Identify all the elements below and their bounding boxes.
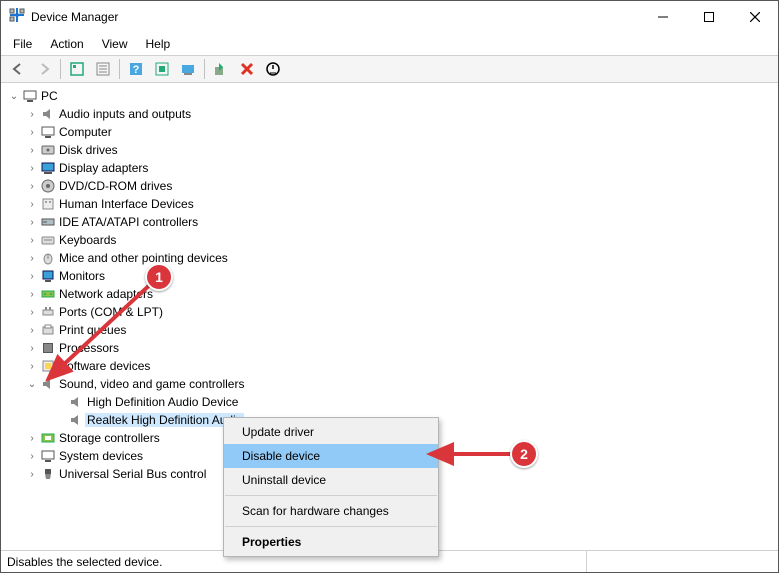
tree-node[interactable]: › Computer <box>3 123 776 141</box>
tree-node-label: Storage controllers <box>57 431 162 445</box>
tree-leaf-label: Realtek High Definition Audio <box>85 413 244 427</box>
tree-node-label: Mice and other pointing devices <box>57 251 230 265</box>
tree-node[interactable]: › Display adapters <box>3 159 776 177</box>
tree-node-label: Universal Serial Bus control <box>57 467 208 481</box>
expand-icon[interactable]: › <box>25 451 39 462</box>
tree-leaf[interactable]: High Definition Audio Device <box>3 393 776 411</box>
menu-action[interactable]: Action <box>42 35 91 53</box>
show-hidden-button[interactable] <box>65 57 89 81</box>
device-icon <box>39 178 57 194</box>
annotation-badge-2: 2 <box>510 440 538 468</box>
expand-icon[interactable]: › <box>25 163 39 174</box>
tree-node[interactable]: › DVD/CD-ROM drives <box>3 177 776 195</box>
context-menu: Update driver Disable device Uninstall d… <box>223 417 439 557</box>
disable-button[interactable] <box>261 57 285 81</box>
menu-divider <box>225 526 437 527</box>
enable-button[interactable] <box>209 57 233 81</box>
forward-button[interactable] <box>32 57 56 81</box>
annotation-arrow-2 <box>424 446 524 462</box>
tree-node-label: Keyboards <box>57 233 118 247</box>
expand-icon[interactable]: › <box>25 199 39 210</box>
computer-icon <box>21 88 39 104</box>
menu-item-disable-device[interactable]: Disable device <box>224 444 438 468</box>
device-icon <box>39 430 57 446</box>
device-icon <box>39 196 57 212</box>
uninstall-button[interactable] <box>235 57 259 81</box>
speaker-icon <box>67 412 85 428</box>
tree-node-label: IDE ATA/ATAPI controllers <box>57 215 200 229</box>
tree-node[interactable]: › Audio inputs and outputs <box>3 105 776 123</box>
window-title: Device Manager <box>31 10 640 24</box>
expand-icon[interactable]: › <box>25 433 39 444</box>
tree-root-label: PC <box>39 89 60 103</box>
expand-icon[interactable]: › <box>25 469 39 480</box>
menu-item-update-driver[interactable]: Update driver <box>224 420 438 444</box>
annotation-arrow-1 <box>36 275 166 395</box>
menu-divider <box>225 495 437 496</box>
menu-bar: File Action View Help <box>1 33 778 55</box>
device-icon <box>39 142 57 158</box>
minimize-button[interactable] <box>640 1 686 33</box>
device-icon <box>39 466 57 482</box>
expand-icon[interactable]: › <box>25 127 39 138</box>
tree-node-label: Audio inputs and outputs <box>57 107 193 121</box>
tree-node-label: System devices <box>57 449 145 463</box>
update-driver-button[interactable] <box>176 57 200 81</box>
maximize-button[interactable] <box>686 1 732 33</box>
tree-node-label: Computer <box>57 125 114 139</box>
svg-text:?: ? <box>133 64 140 76</box>
expand-icon[interactable]: › <box>25 181 39 192</box>
toolbar: ? <box>1 55 778 83</box>
tree-node[interactable]: › Disk drives <box>3 141 776 159</box>
expand-icon[interactable]: › <box>25 253 39 264</box>
help-button[interactable]: ? <box>124 57 148 81</box>
menu-item-uninstall-device[interactable]: Uninstall device <box>224 468 438 492</box>
title-bar: Device Manager <box>1 1 778 33</box>
expand-icon[interactable]: › <box>25 217 39 228</box>
menu-view[interactable]: View <box>94 35 136 53</box>
menu-item-scan[interactable]: Scan for hardware changes <box>224 499 438 523</box>
tree-leaf-label: High Definition Audio Device <box>85 395 240 409</box>
device-icon <box>39 448 57 464</box>
tree-node-label: DVD/CD-ROM drives <box>57 179 174 193</box>
properties-button[interactable] <box>91 57 115 81</box>
close-button[interactable] <box>732 1 778 33</box>
tree-node-label: Display adapters <box>57 161 150 175</box>
tree-node[interactable]: › Human Interface Devices <box>3 195 776 213</box>
collapse-icon[interactable]: ⌄ <box>7 91 21 102</box>
tree-root[interactable]: ⌄ PC <box>3 87 776 105</box>
menu-file[interactable]: File <box>5 35 40 53</box>
back-button[interactable] <box>6 57 30 81</box>
app-icon <box>9 7 25 28</box>
device-icon <box>39 250 57 266</box>
device-icon <box>39 106 57 122</box>
tree-node[interactable]: › IDE ATA/ATAPI controllers <box>3 213 776 231</box>
device-icon <box>39 214 57 230</box>
expand-icon[interactable]: › <box>25 235 39 246</box>
scan-button[interactable] <box>150 57 174 81</box>
device-icon <box>39 124 57 140</box>
annotation-badge-1: 1 <box>145 263 173 291</box>
tree-node[interactable]: › Keyboards <box>3 231 776 249</box>
speaker-icon <box>67 394 85 410</box>
expand-icon[interactable]: › <box>25 109 39 120</box>
device-icon <box>39 232 57 248</box>
expand-icon[interactable]: › <box>25 145 39 156</box>
menu-item-properties[interactable]: Properties <box>224 530 438 554</box>
tree-node-label: Human Interface Devices <box>57 197 196 211</box>
tree-node[interactable]: › Mice and other pointing devices <box>3 249 776 267</box>
tree-node-label: Disk drives <box>57 143 120 157</box>
menu-help[interactable]: Help <box>138 35 179 53</box>
device-icon <box>39 160 57 176</box>
